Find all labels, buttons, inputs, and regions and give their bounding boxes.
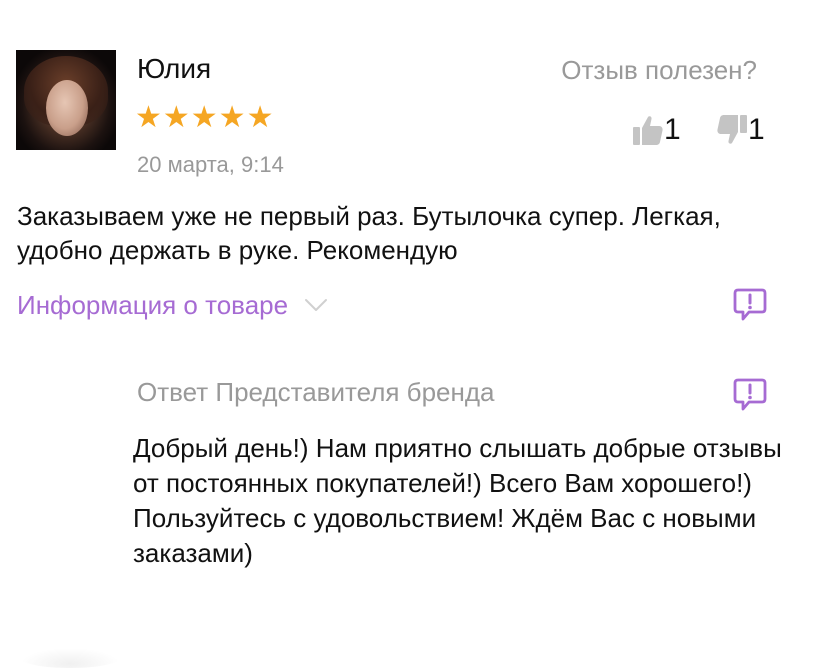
dislike-button[interactable]: 1 [716, 113, 765, 147]
rating-stars: ★★★★★ [135, 101, 275, 134]
product-info-label: Информация о товаре [17, 290, 289, 320]
brand-reply-text: Добрый день!) Нам приятно слышать добрые… [133, 433, 782, 568]
like-count: 1 [664, 113, 681, 146]
dislike-count: 1 [748, 113, 765, 146]
like-button[interactable]: 1 [632, 113, 681, 147]
report-message-icon[interactable] [732, 287, 768, 323]
product-info-toggle[interactable]: Информация о товаре [17, 285, 328, 325]
review-author-name: Юлия [137, 53, 212, 84]
next-item-shadow [20, 648, 120, 668]
avatar-face [46, 80, 88, 136]
thumbs-down-icon [717, 115, 747, 144]
brand-reply-title: Ответ Представителя бренда [137, 377, 495, 407]
review-text: Заказываем уже не первый раз. Бутылочка … [17, 201, 721, 265]
chevron-down-icon [305, 299, 328, 311]
helpful-question: Отзыв полезен? [561, 55, 757, 85]
report-message-icon[interactable] [732, 377, 768, 413]
avatar [16, 50, 116, 150]
review-date: 20 марта, 9:14 [137, 152, 284, 177]
thumbs-up-icon [633, 116, 663, 145]
